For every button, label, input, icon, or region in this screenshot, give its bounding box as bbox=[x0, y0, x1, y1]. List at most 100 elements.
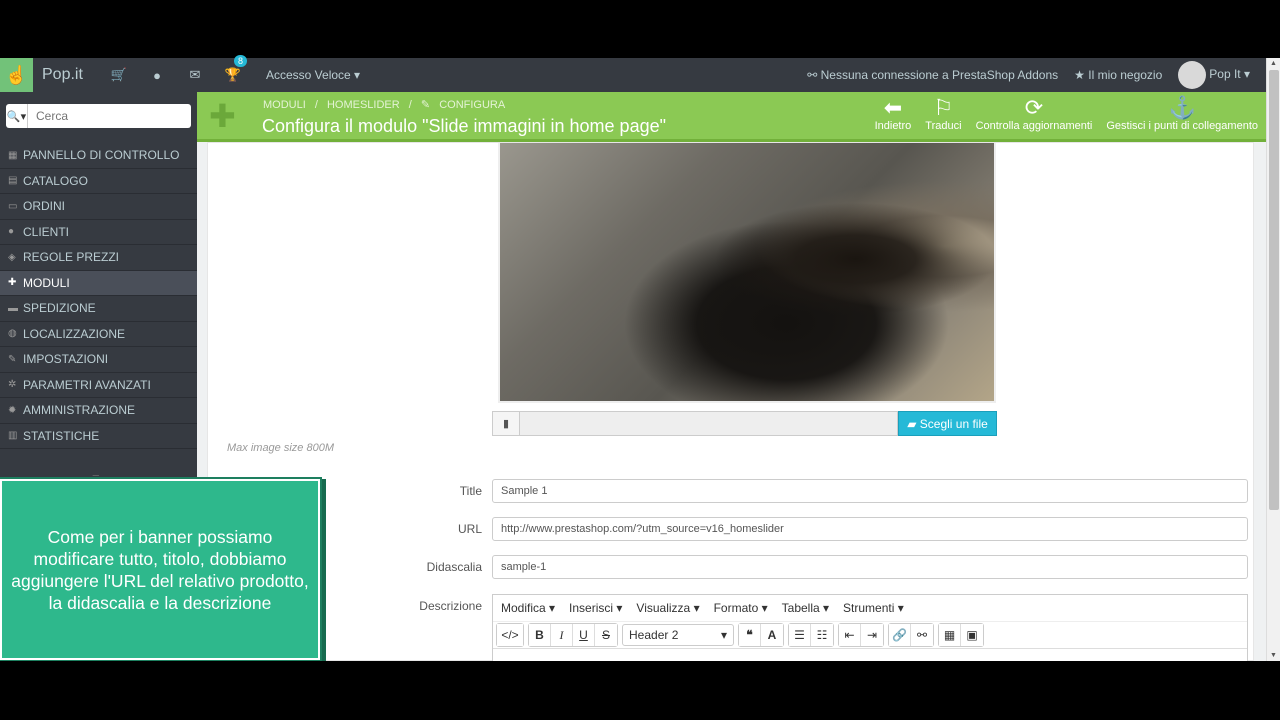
editor-menu-label: Visualizza bbox=[636, 601, 691, 615]
sidebar-item-label: SPEDIZIONE bbox=[23, 301, 96, 316]
title-input[interactable] bbox=[492, 479, 1248, 503]
back-button[interactable]: ⬅ Indietro bbox=[874, 96, 912, 133]
page-title: Configura il modulo "Slide immagini in h… bbox=[262, 116, 666, 136]
wrench-icon: ✎ bbox=[420, 99, 431, 111]
editor-menu-strumenti[interactable]: Strumenti ▾ bbox=[843, 601, 904, 615]
editor-menu-tabella[interactable]: Tabella ▾ bbox=[782, 601, 829, 615]
sidebar-item-spedizione[interactable]: ▬ SPEDIZIONE bbox=[0, 296, 197, 322]
sidebar-item-ordini[interactable]: ▭ ORDINI bbox=[0, 194, 197, 220]
pointer-hand-icon[interactable]: ☝ bbox=[0, 58, 33, 92]
sidebar-item-clienti[interactable]: ● CLIENTI bbox=[0, 220, 197, 245]
sidebar-item-label: PANNELLO DI CONTROLLO bbox=[23, 148, 180, 163]
scrollbar-thumb[interactable] bbox=[1269, 70, 1279, 510]
back-label: Indietro bbox=[874, 120, 912, 132]
scroll-down-icon[interactable]: ▼ bbox=[1270, 652, 1277, 659]
sidebar-item-catalogo[interactable]: ▤ CATALOGO bbox=[0, 169, 197, 194]
bold-icon[interactable]: B bbox=[529, 624, 551, 646]
callout-text: Come per i banner possiamo modificare tu… bbox=[11, 526, 309, 613]
quick-access-label: Accesso Veloce bbox=[266, 68, 351, 82]
sidebar-item-impostazioni[interactable]: ✎ IMPOSTAZIONI bbox=[0, 347, 197, 373]
editor-menu-inserisci[interactable]: Inserisci ▾ bbox=[569, 601, 622, 615]
user-icon[interactable]: ● bbox=[138, 68, 176, 83]
code-icon[interactable]: </> bbox=[497, 624, 523, 646]
cart-icon[interactable]: 🛒 bbox=[100, 67, 138, 83]
sidebar-item-label: IMPOSTAZIONI bbox=[23, 352, 109, 367]
choose-file-label: Scegli un file bbox=[919, 416, 988, 431]
slide-form-panel: ▮ ▰ Scegli un file Max image size 800M T… bbox=[207, 142, 1255, 662]
tutorial-callout: Come per i banner possiamo modificare tu… bbox=[0, 479, 320, 660]
choose-file-button[interactable]: ▰ Scegli un file bbox=[898, 411, 997, 436]
numbered-list-icon[interactable]: ☷ bbox=[811, 624, 833, 646]
addons-connection-link[interactable]: ⚯ Nessuna connessione a PrestaShop Addon… bbox=[807, 68, 1058, 82]
breadcrumb-configura-label: CONFIGURA bbox=[439, 99, 506, 111]
breadcrumb-moduli[interactable]: MODULI bbox=[263, 99, 306, 111]
sidebar-item-label: CATALOGO bbox=[23, 173, 88, 188]
italic-icon[interactable]: I bbox=[551, 624, 573, 646]
top-navbar: ☝ Pop.it 🛒 ● ✉ 🏆 8 Accesso Veloce ▾ ⚯ Nes… bbox=[0, 55, 1266, 92]
editor-menubar: Modifica ▾ Inserisci ▾ Visualizza ▾ Form… bbox=[493, 595, 1247, 621]
editor-menu-modifica[interactable]: Modifica ▾ bbox=[501, 601, 555, 615]
star-icon: ★ bbox=[1074, 68, 1085, 82]
cog-icon: ✹ bbox=[8, 404, 17, 416]
media-icon[interactable]: ▦ bbox=[939, 624, 961, 646]
file-upload: ▮ ▰ Scegli un file bbox=[492, 411, 997, 436]
credit-card-icon: ▭ bbox=[8, 200, 18, 212]
text-color-icon[interactable]: A bbox=[761, 624, 783, 646]
strikethrough-icon[interactable]: S bbox=[595, 624, 617, 646]
user-menu[interactable]: Pop It ▾ bbox=[1178, 61, 1250, 89]
sidebar-item-statistiche[interactable]: ▥ STATISTICHE bbox=[0, 424, 197, 449]
notification-badge: 8 bbox=[234, 55, 248, 67]
search-input[interactable] bbox=[28, 104, 191, 128]
search-options-button[interactable]: 🔍 ▾ bbox=[6, 104, 28, 128]
manage-hooks-button[interactable]: ⚓ Gestisci i punti di collegamento bbox=[1106, 96, 1258, 133]
puzzle-icon: ✚ bbox=[209, 98, 236, 134]
image-icon[interactable]: ▣ bbox=[961, 624, 983, 646]
users-icon: ● bbox=[8, 226, 15, 238]
puzzle-icon: ✚ bbox=[8, 277, 17, 289]
user-name: Pop It bbox=[1209, 67, 1241, 82]
globe-icon: ◍ bbox=[8, 328, 17, 340]
indent-icon[interactable]: ⇥ bbox=[861, 624, 883, 646]
breadcrumb-separator: / bbox=[408, 99, 412, 111]
rich-text-editor: Modifica ▾ Inserisci ▾ Visualizza ▾ Form… bbox=[492, 594, 1248, 662]
check-updates-button[interactable]: ⟳ Controlla aggiornamenti bbox=[976, 96, 1093, 133]
breadcrumb-homeslider[interactable]: HOMESLIDER bbox=[327, 99, 400, 111]
link-icon[interactable]: 🔗 bbox=[889, 624, 911, 646]
scroll-up-icon[interactable]: ▲ bbox=[1270, 60, 1277, 67]
file-name-field[interactable] bbox=[520, 411, 898, 436]
sidebar-item-moduli[interactable]: ✚ MODULI bbox=[0, 270, 197, 296]
page-scrollbar[interactable]: ▲ ▼ bbox=[1266, 58, 1280, 661]
sidebar-item-pannello[interactable]: ▦ PANNELLO DI CONTROLLO bbox=[0, 143, 197, 169]
editor-menu-label: Inserisci bbox=[569, 601, 614, 615]
format-select[interactable]: Header 2 ▾ bbox=[622, 624, 734, 646]
underline-icon[interactable]: U bbox=[573, 624, 595, 646]
translate-button[interactable]: ⚐ Traduci bbox=[925, 96, 961, 133]
editor-menu-formato[interactable]: Formato ▾ bbox=[714, 601, 768, 615]
caption-input[interactable] bbox=[492, 555, 1248, 579]
bullet-list-icon[interactable]: ☰ bbox=[789, 624, 811, 646]
blockquote-icon[interactable]: ❝ bbox=[739, 624, 761, 646]
format-select-value: Header 2 bbox=[629, 628, 679, 642]
folder-open-icon: ▰ bbox=[907, 416, 917, 431]
book-icon: ▤ bbox=[8, 175, 18, 187]
sidebar-item-label: LOCALIZZAZIONE bbox=[23, 326, 126, 341]
brand-name[interactable]: Pop.it bbox=[42, 66, 100, 84]
sidebar-search: 🔍 ▾ bbox=[0, 92, 197, 134]
sidebar-item-parametri-avanzati[interactable]: ✲ PARAMETRI AVANZATI bbox=[0, 373, 197, 398]
sidebar-item-amministrazione[interactable]: ✹ AMMINISTRAZIONE bbox=[0, 398, 197, 424]
editor-menu-visualizza[interactable]: Visualizza ▾ bbox=[636, 601, 699, 615]
outdent-icon[interactable]: ⇤ bbox=[839, 624, 861, 646]
sidebar-item-regole-prezzi[interactable]: ◈ REGOLE PREZZI bbox=[0, 245, 197, 271]
quick-access-dropdown[interactable]: Accesso Veloce ▾ bbox=[266, 68, 360, 82]
trophy-icon[interactable]: 🏆 8 bbox=[214, 55, 252, 83]
my-shop-link[interactable]: ★ Il mio negozio bbox=[1074, 68, 1162, 82]
unlink-icon[interactable]: ⚯ bbox=[911, 624, 933, 646]
envelope-icon[interactable]: ✉ bbox=[176, 67, 214, 83]
editor-menu-label: Formato bbox=[713, 601, 759, 615]
dashboard-icon: ▦ bbox=[8, 149, 18, 161]
url-input[interactable] bbox=[492, 517, 1248, 541]
breadcrumb-separator: / bbox=[314, 99, 318, 111]
main-content: ▮ ▰ Scegli un file Max image size 800M T… bbox=[197, 142, 1266, 662]
sidebar-item-localizzazione[interactable]: ◍ LOCALIZZAZIONE bbox=[0, 322, 197, 347]
title-row: Title bbox=[208, 479, 1255, 503]
